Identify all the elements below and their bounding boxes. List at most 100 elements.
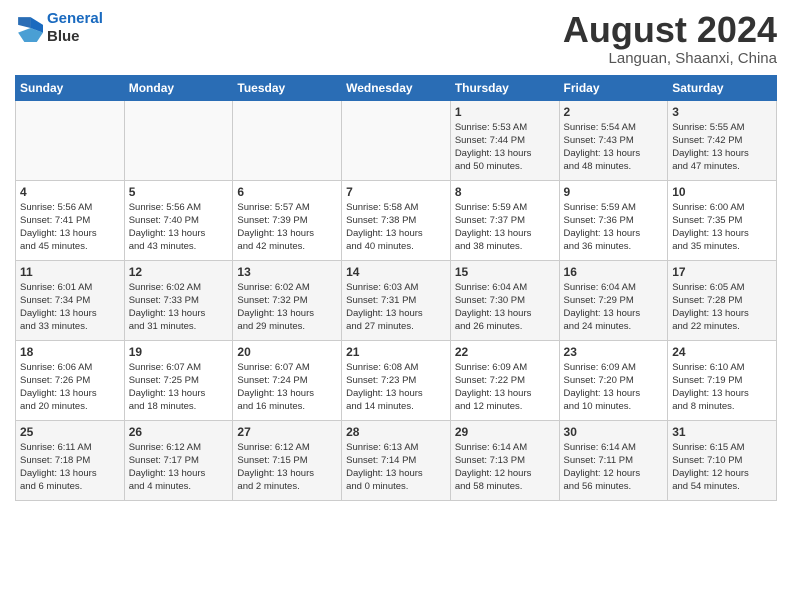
day-cell: 28Sunrise: 6:13 AM Sunset: 7:14 PM Dayli…: [342, 420, 451, 500]
day-cell: 6Sunrise: 5:57 AM Sunset: 7:39 PM Daylig…: [233, 180, 342, 260]
day-number: 31: [672, 425, 772, 439]
day-cell: 30Sunrise: 6:14 AM Sunset: 7:11 PM Dayli…: [559, 420, 668, 500]
day-info: Sunrise: 5:59 AM Sunset: 7:37 PM Dayligh…: [455, 201, 555, 254]
day-cell: 8 Sunrise: 5:59 AM Sunset: 7:37 PM Daylig…: [450, 180, 559, 260]
header: General Blue August 2024 Languan, Shaanx…: [15, 10, 777, 67]
day-info: Sunrise: 6:05 AM Sunset: 7:28 PM Dayligh…: [672, 281, 772, 334]
page: General Blue August 2024 Languan, Shaanx…: [0, 0, 792, 511]
day-number: 14: [346, 265, 446, 279]
day-number: 29: [455, 425, 555, 439]
week-row-1: 1Sunrise: 5:53 AM Sunset: 7:44 PM Daylig…: [16, 100, 777, 180]
day-cell: 4Sunrise: 5:56 AM Sunset: 7:41 PM Daylig…: [16, 180, 125, 260]
day-info: Sunrise: 6:04 AM Sunset: 7:30 PM Dayligh…: [455, 281, 555, 334]
day-number: 5: [129, 185, 229, 199]
day-cell: 12Sunrise: 6:02 AM Sunset: 7:33 PM Dayli…: [124, 260, 233, 340]
day-number: 26: [129, 425, 229, 439]
day-cell: 7 Sunrise: 5:58 AM Sunset: 7:38 PM Daylig…: [342, 180, 451, 260]
day-info: Sunrise: 6:08 AM Sunset: 7:23 PM Dayligh…: [346, 361, 446, 414]
day-cell: 11Sunrise: 6:01 AM Sunset: 7:34 PM Dayli…: [16, 260, 125, 340]
day-number: 30: [564, 425, 664, 439]
day-number: 3: [672, 105, 772, 119]
day-cell: 9 Sunrise: 5:59 AM Sunset: 7:36 PM Daylig…: [559, 180, 668, 260]
header-cell-thursday: Thursday: [450, 75, 559, 100]
day-number: 20: [237, 345, 337, 359]
day-cell: 5Sunrise: 5:56 AM Sunset: 7:40 PM Daylig…: [124, 180, 233, 260]
day-info: Sunrise: 5:54 AM Sunset: 7:43 PM Dayligh…: [564, 121, 664, 174]
title-section: August 2024 Languan, Shaanxi, China: [563, 10, 777, 67]
day-number: 25: [20, 425, 120, 439]
day-info: Sunrise: 6:07 AM Sunset: 7:25 PM Dayligh…: [129, 361, 229, 414]
day-number: 4: [20, 185, 120, 199]
day-cell: [124, 100, 233, 180]
logo-line2: Blue: [47, 28, 80, 45]
day-info: Sunrise: 6:06 AM Sunset: 7:26 PM Dayligh…: [20, 361, 120, 414]
week-row-4: 18Sunrise: 6:06 AM Sunset: 7:26 PM Dayli…: [16, 340, 777, 420]
day-info: Sunrise: 6:13 AM Sunset: 7:14 PM Dayligh…: [346, 441, 446, 494]
location: Languan, Shaanxi, China: [563, 50, 777, 67]
day-cell: 14Sunrise: 6:03 AM Sunset: 7:31 PM Dayli…: [342, 260, 451, 340]
day-info: Sunrise: 5:55 AM Sunset: 7:42 PM Dayligh…: [672, 121, 772, 174]
day-info: Sunrise: 6:11 AM Sunset: 7:18 PM Dayligh…: [20, 441, 120, 494]
day-number: 19: [129, 345, 229, 359]
logo: General Blue: [15, 10, 103, 46]
day-cell: 16 Sunrise: 6:04 AM Sunset: 7:29 PM Dayli…: [559, 260, 668, 340]
day-cell: 22 Sunrise: 6:09 AM Sunset: 7:22 PM Dayli…: [450, 340, 559, 420]
header-cell-tuesday: Tuesday: [233, 75, 342, 100]
day-cell: 26 Sunrise: 6:12 AM Sunset: 7:17 PM Dayli…: [124, 420, 233, 500]
day-info: Sunrise: 5:58 AM Sunset: 7:38 PM Dayligh…: [346, 201, 446, 254]
day-cell: 29Sunrise: 6:14 AM Sunset: 7:13 PM Dayli…: [450, 420, 559, 500]
month-year: August 2024: [563, 10, 777, 50]
day-info: Sunrise: 5:59 AM Sunset: 7:36 PM Dayligh…: [564, 201, 664, 254]
day-cell: 21 Sunrise: 6:08 AM Sunset: 7:23 PM Dayli…: [342, 340, 451, 420]
day-number: 9: [564, 185, 664, 199]
day-info: Sunrise: 5:57 AM Sunset: 7:39 PM Dayligh…: [237, 201, 337, 254]
day-cell: 2 Sunrise: 5:54 AM Sunset: 7:43 PM Daylig…: [559, 100, 668, 180]
day-cell: [342, 100, 451, 180]
day-number: 15: [455, 265, 555, 279]
day-number: 7: [346, 185, 446, 199]
calendar-table: SundayMondayTuesdayWednesdayThursdayFrid…: [15, 75, 777, 501]
day-number: 8: [455, 185, 555, 199]
day-number: 23: [564, 345, 664, 359]
day-cell: 19 Sunrise: 6:07 AM Sunset: 7:25 PM Dayli…: [124, 340, 233, 420]
day-info: Sunrise: 6:09 AM Sunset: 7:22 PM Dayligh…: [455, 361, 555, 414]
day-cell: 24Sunrise: 6:10 AM Sunset: 7:19 PM Dayli…: [668, 340, 777, 420]
week-row-2: 4Sunrise: 5:56 AM Sunset: 7:41 PM Daylig…: [16, 180, 777, 260]
day-number: 27: [237, 425, 337, 439]
day-info: Sunrise: 5:53 AM Sunset: 7:44 PM Dayligh…: [455, 121, 555, 174]
day-cell: [16, 100, 125, 180]
header-cell-saturday: Saturday: [668, 75, 777, 100]
day-cell: 25 Sunrise: 6:11 AM Sunset: 7:18 PM Dayli…: [16, 420, 125, 500]
day-number: 21: [346, 345, 446, 359]
day-cell: 20 Sunrise: 6:07 AM Sunset: 7:24 PM Dayli…: [233, 340, 342, 420]
day-number: 16: [564, 265, 664, 279]
day-cell: 31Sunrise: 6:15 AM Sunset: 7:10 PM Dayli…: [668, 420, 777, 500]
day-cell: 15 Sunrise: 6:04 AM Sunset: 7:30 PM Dayli…: [450, 260, 559, 340]
day-info: Sunrise: 6:12 AM Sunset: 7:17 PM Dayligh…: [129, 441, 229, 494]
day-info: Sunrise: 6:07 AM Sunset: 7:24 PM Dayligh…: [237, 361, 337, 414]
day-cell: 27Sunrise: 6:12 AM Sunset: 7:15 PM Dayli…: [233, 420, 342, 500]
day-info: Sunrise: 6:09 AM Sunset: 7:20 PM Dayligh…: [564, 361, 664, 414]
header-row: SundayMondayTuesdayWednesdayThursdayFrid…: [16, 75, 777, 100]
logo-text: General Blue: [47, 10, 103, 46]
day-cell: 1Sunrise: 5:53 AM Sunset: 7:44 PM Daylig…: [450, 100, 559, 180]
day-cell: 18Sunrise: 6:06 AM Sunset: 7:26 PM Dayli…: [16, 340, 125, 420]
day-cell: 23 Sunrise: 6:09 AM Sunset: 7:20 PM Dayli…: [559, 340, 668, 420]
day-cell: 17 Sunrise: 6:05 AM Sunset: 7:28 PM Dayli…: [668, 260, 777, 340]
day-number: 22: [455, 345, 555, 359]
day-cell: 3 Sunrise: 5:55 AM Sunset: 7:42 PM Daylig…: [668, 100, 777, 180]
header-cell-sunday: Sunday: [16, 75, 125, 100]
day-cell: [233, 100, 342, 180]
day-number: 17: [672, 265, 772, 279]
day-info: Sunrise: 6:01 AM Sunset: 7:34 PM Dayligh…: [20, 281, 120, 334]
day-number: 2: [564, 105, 664, 119]
day-cell: 13Sunrise: 6:02 AM Sunset: 7:32 PM Dayli…: [233, 260, 342, 340]
day-info: Sunrise: 6:10 AM Sunset: 7:19 PM Dayligh…: [672, 361, 772, 414]
header-cell-wednesday: Wednesday: [342, 75, 451, 100]
day-info: Sunrise: 6:00 AM Sunset: 7:35 PM Dayligh…: [672, 201, 772, 254]
day-info: Sunrise: 6:02 AM Sunset: 7:33 PM Dayligh…: [129, 281, 229, 334]
day-number: 10: [672, 185, 772, 199]
day-number: 13: [237, 265, 337, 279]
week-row-3: 11Sunrise: 6:01 AM Sunset: 7:34 PM Dayli…: [16, 260, 777, 340]
day-info: Sunrise: 6:04 AM Sunset: 7:29 PM Dayligh…: [564, 281, 664, 334]
